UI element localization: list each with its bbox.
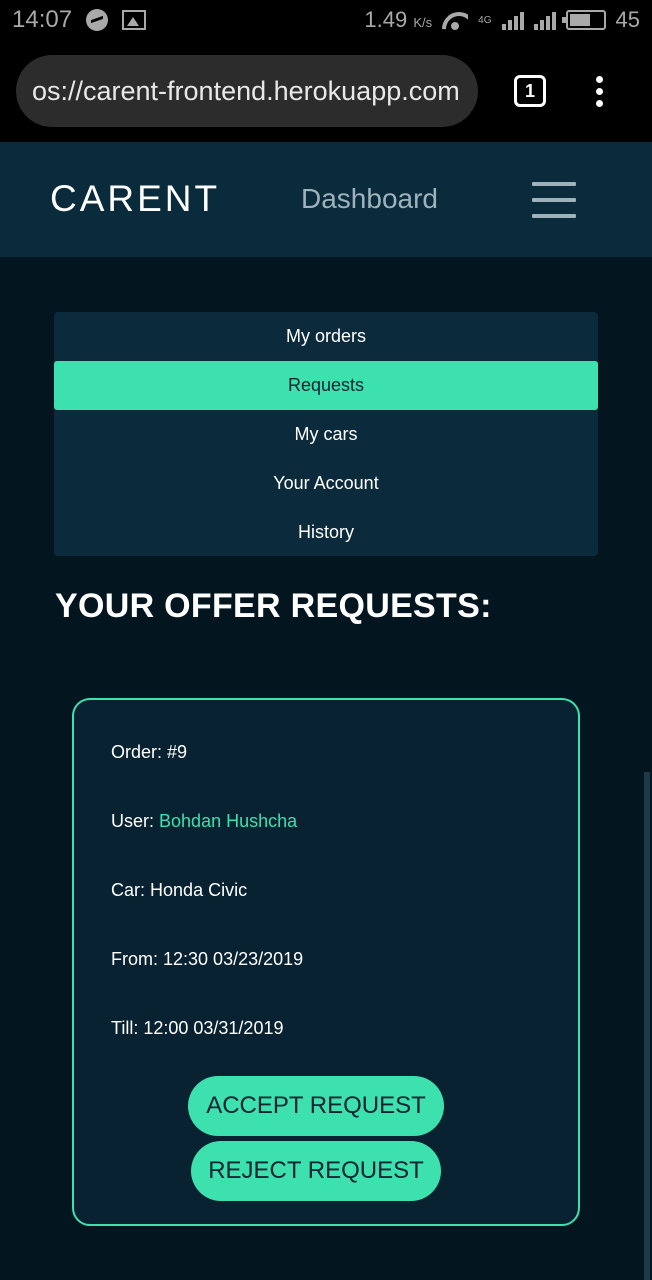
menu-item-my-orders[interactable]: My orders <box>54 312 598 361</box>
browser-menu-icon[interactable] <box>596 75 603 107</box>
browser-toolbar: os://carent-frontend.herokuapp.com 1 <box>0 40 652 142</box>
dashboard-link[interactable]: Dashboard <box>301 183 438 215</box>
request-card: Order: #9 User: Bohdan Hushcha Car: Hond… <box>72 698 580 1226</box>
order-value: #9 <box>167 742 188 762</box>
car-row: Car: Honda Civic <box>111 880 247 901</box>
status-bar: 14:07 1.49 K/s 4G 45 <box>0 0 652 40</box>
image-icon <box>122 10 147 30</box>
battery-icon <box>561 10 606 30</box>
messenger-icon <box>86 9 109 31</box>
from-label: From: <box>111 949 158 969</box>
menu-item-my-cars[interactable]: My cars <box>54 410 598 459</box>
user-label: User: <box>111 811 155 831</box>
signal-icon-2 <box>533 10 556 30</box>
menu-item-your-account[interactable]: Your Account <box>54 459 598 508</box>
status-time: 14:07 <box>12 6 73 33</box>
from-row: From: 12:30 03/23/2019 <box>111 949 303 970</box>
tab-count: 1 <box>524 80 535 101</box>
network-speed: 1.49 K/s <box>364 7 433 32</box>
order-row: Order: #9 <box>111 742 187 763</box>
till-label: Till: <box>111 1018 139 1038</box>
menu-item-requests[interactable]: Requests <box>54 361 598 410</box>
till-row: Till: 12:00 03/31/2019 <box>111 1018 283 1039</box>
account-menu: My orders Requests My cars Your Account … <box>54 312 598 556</box>
from-value: 12:30 03/23/2019 <box>163 949 304 969</box>
battery-level: 45 <box>615 7 640 32</box>
reject-request-button[interactable]: REJECT REQUEST <box>191 1141 441 1201</box>
menu-item-history[interactable]: History <box>54 508 598 557</box>
accept-request-button[interactable]: ACCEPT REQUEST <box>188 1076 444 1136</box>
order-label: Order: <box>111 742 163 762</box>
app-navbar: CARENT Dashboard <box>0 142 652 257</box>
signal-icon <box>501 10 524 30</box>
page-scrollbar[interactable] <box>644 772 650 1280</box>
car-value: Honda Civic <box>150 880 248 900</box>
tab-switcher-button[interactable]: 1 <box>514 75 546 107</box>
brand-logo[interactable]: CARENT <box>50 178 220 220</box>
url-text[interactable]: os://carent-frontend.herokuapp.com <box>32 76 460 107</box>
car-label: Car: <box>111 880 146 900</box>
till-value: 12:00 03/31/2019 <box>143 1018 284 1038</box>
user-row: User: Bohdan Hushcha <box>111 811 297 832</box>
wifi-icon <box>442 10 468 30</box>
user-link[interactable]: Bohdan Hushcha <box>159 811 297 831</box>
hamburger-menu-icon[interactable] <box>532 182 576 218</box>
page-title: YOUR OFFER REQUESTS: <box>55 587 492 625</box>
network-type: 4G <box>478 14 492 26</box>
address-bar[interactable]: os://carent-frontend.herokuapp.com <box>16 55 478 127</box>
